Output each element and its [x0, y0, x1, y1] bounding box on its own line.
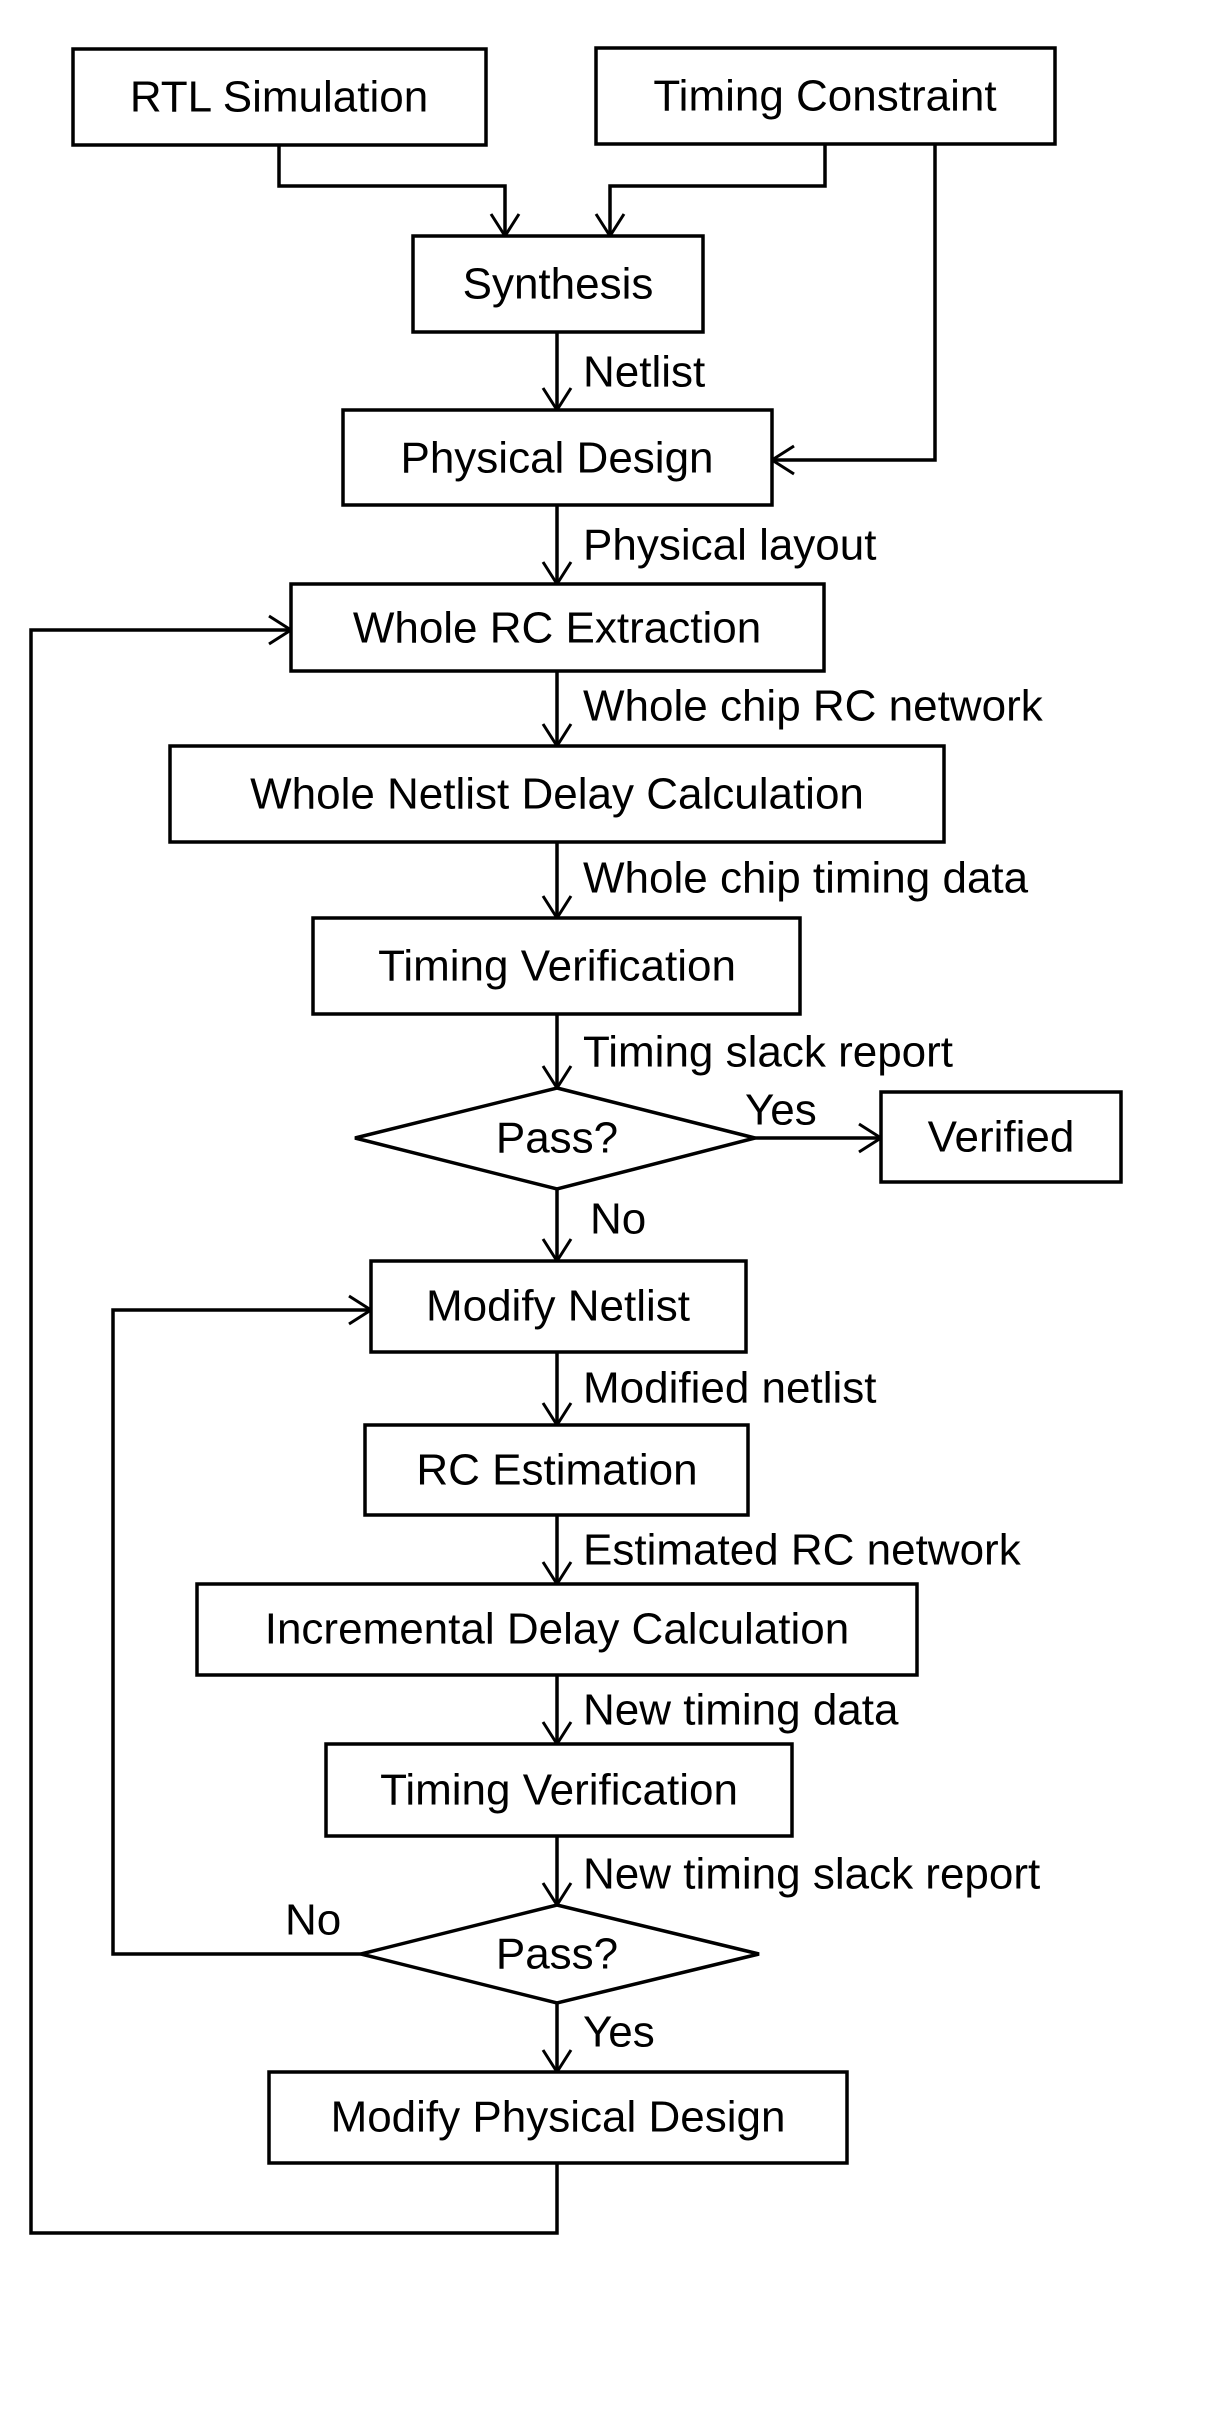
node-label: RTL Simulation [130, 73, 428, 122]
node-rtl-simulation[interactable]: RTL Simulation [71, 47, 488, 147]
node-label: Modify Netlist [426, 1282, 690, 1331]
edge-constraint-to-physical-design [772, 144, 937, 462]
node-verified[interactable]: Verified [879, 1090, 1123, 1184]
node-label: Timing Verification [378, 942, 736, 991]
edge-label-estimated-rc: Estimated RC network [583, 1526, 1022, 1575]
edge-label-physical-layout: Physical layout [583, 521, 876, 570]
node-label: Pass? [496, 1114, 618, 1163]
flowchart: RTL Simulation Timing Constraint Synthes… [29, 46, 1123, 2235]
edge-label-no-2: No [285, 1896, 341, 1945]
node-modify-physical-design[interactable]: Modify Physical Design [267, 2070, 849, 2165]
node-timing-constraint[interactable]: Timing Constraint [594, 46, 1057, 146]
node-label: Whole Netlist Delay Calculation [250, 770, 864, 819]
node-label: Timing Constraint [653, 72, 996, 121]
edge-label-new-slack: New timing slack report [583, 1850, 1040, 1899]
node-pass-decision-1[interactable]: Pass? [354, 1086, 756, 1191]
node-physical-design[interactable]: Physical Design [341, 408, 774, 507]
edge-label-whole-chip-rc: Whole chip RC network [583, 682, 1044, 731]
node-modify-netlist[interactable]: Modify Netlist [369, 1259, 748, 1354]
edge-constraint-to-synthesis [608, 144, 827, 236]
edge-label-netlist: Netlist [583, 348, 705, 397]
node-label: Synthesis [463, 260, 654, 309]
node-label: Physical Design [400, 434, 713, 483]
node-rc-estimation[interactable]: RC Estimation [363, 1423, 750, 1517]
node-label: RC Estimation [416, 1446, 697, 1495]
edge-label-modified-netlist: Modified netlist [583, 1364, 876, 1413]
node-synthesis[interactable]: Synthesis [411, 234, 705, 334]
node-incremental-delay[interactable]: Incremental Delay Calculation [195, 1582, 919, 1677]
edge-label-no-1: No [590, 1195, 646, 1244]
node-label: Pass? [496, 1930, 618, 1979]
edge-label-yes-2: Yes [583, 2008, 655, 2057]
node-label: Whole RC Extraction [353, 604, 761, 653]
node-timing-verification-1[interactable]: Timing Verification [311, 916, 802, 1016]
node-label: Timing Verification [380, 1766, 738, 1815]
node-whole-netlist-delay[interactable]: Whole Netlist Delay Calculation [168, 744, 946, 844]
node-label: Verified [928, 1113, 1075, 1162]
node-label: Incremental Delay Calculation [265, 1605, 850, 1654]
node-pass-decision-2[interactable]: Pass? [360, 1903, 760, 2005]
edge-label-yes-1: Yes [745, 1086, 817, 1135]
node-timing-verification-2[interactable]: Timing Verification [324, 1742, 794, 1838]
node-whole-rc-extraction[interactable]: Whole RC Extraction [289, 582, 826, 673]
edge-label-whole-chip-timing: Whole chip timing data [583, 854, 1029, 903]
edge-label-timing-slack: Timing slack report [583, 1028, 953, 1077]
edge-rtl-to-synthesis [277, 145, 507, 236]
node-label: Modify Physical Design [331, 2093, 786, 2142]
edge-label-new-timing-data: New timing data [583, 1686, 899, 1735]
